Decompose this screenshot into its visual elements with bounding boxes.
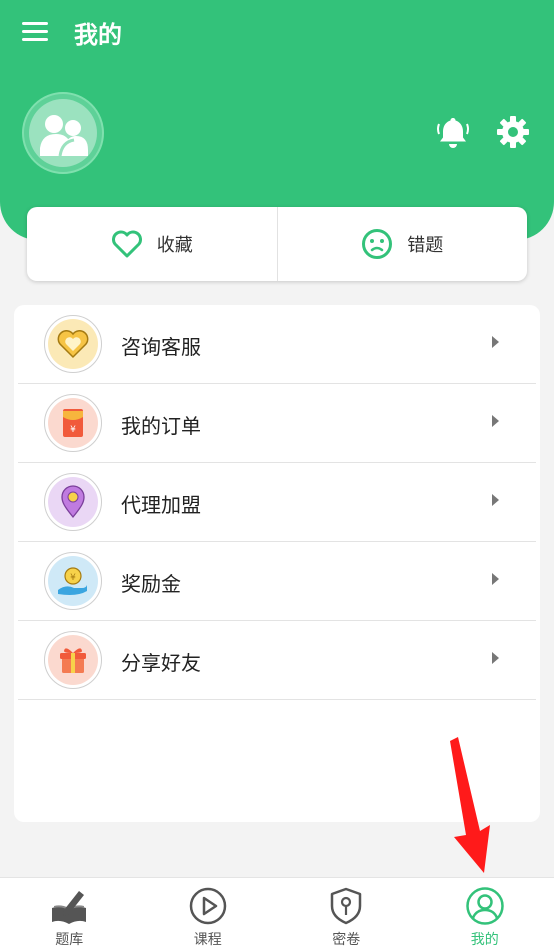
page-title: 我的 bbox=[74, 21, 122, 49]
chevron-right-icon bbox=[492, 573, 499, 585]
chevron-right-icon bbox=[492, 652, 499, 664]
coin-hand-icon: ¥ bbox=[44, 552, 102, 610]
red-arrow-annotation bbox=[450, 737, 490, 873]
user-circle-icon bbox=[466, 887, 504, 925]
tab-label: 我的 bbox=[470, 932, 499, 948]
menu-item-reward[interactable]: ¥ 奖励金 bbox=[18, 542, 536, 621]
book-pen-icon bbox=[52, 891, 87, 924]
location-pin-icon bbox=[44, 473, 102, 531]
quick-actions-card: 收藏 错题 bbox=[27, 207, 527, 281]
chevron-right-icon bbox=[492, 415, 499, 427]
menu-item-my-orders[interactable]: ¥ 我的订单 bbox=[18, 384, 536, 463]
tab-secret-papers[interactable]: 密卷 bbox=[277, 878, 416, 952]
sad-face-icon bbox=[362, 229, 393, 259]
favorites-label: 收藏 bbox=[156, 235, 193, 256]
tab-label: 课程 bbox=[193, 932, 222, 948]
favorites-button[interactable]: 收藏 bbox=[27, 207, 277, 281]
menu-item-customer-service[interactable]: 咨询客服 bbox=[18, 305, 536, 384]
menu-icon[interactable] bbox=[22, 22, 48, 42]
tab-courses[interactable]: 课程 bbox=[139, 878, 278, 952]
tab-label: 密卷 bbox=[332, 932, 361, 948]
bell-icon[interactable] bbox=[435, 114, 471, 150]
user-group-icon bbox=[29, 99, 97, 167]
red-envelope-icon: ¥ bbox=[44, 394, 102, 452]
heart-badge-icon bbox=[44, 315, 102, 373]
heart-outline-icon bbox=[111, 230, 142, 258]
menu-item-label: 我的订单 bbox=[121, 414, 201, 438]
tab-mine[interactable]: 我的 bbox=[416, 878, 554, 952]
chevron-right-icon bbox=[492, 336, 499, 348]
menu-item-label: 分享好友 bbox=[121, 651, 201, 675]
svg-text:¥: ¥ bbox=[70, 573, 76, 583]
profile-header: 我的 bbox=[0, 0, 554, 240]
chevron-right-icon bbox=[492, 494, 499, 506]
play-circle-icon bbox=[189, 887, 226, 925]
svg-text:¥: ¥ bbox=[70, 425, 76, 435]
menu-item-label: 代理加盟 bbox=[121, 493, 201, 517]
avatar[interactable] bbox=[22, 92, 104, 174]
menu-item-label: 咨询客服 bbox=[121, 335, 201, 359]
wrong-questions-button[interactable]: 错题 bbox=[276, 207, 528, 281]
shield-key-icon bbox=[331, 887, 362, 925]
gift-box-icon bbox=[44, 631, 102, 689]
tab-question-bank[interactable]: 题库 bbox=[0, 878, 139, 952]
menu-item-label: 奖励金 bbox=[121, 572, 181, 596]
menu-item-share-friends[interactable]: 分享好友 bbox=[18, 621, 536, 700]
bottom-tab-bar: 题库 课程 密卷 我的 bbox=[0, 877, 554, 952]
wrong-questions-label: 错题 bbox=[407, 235, 444, 256]
menu-item-agent-franchise[interactable]: 代理加盟 bbox=[18, 463, 536, 542]
tab-label: 题库 bbox=[55, 932, 84, 948]
gear-icon[interactable] bbox=[495, 114, 531, 150]
